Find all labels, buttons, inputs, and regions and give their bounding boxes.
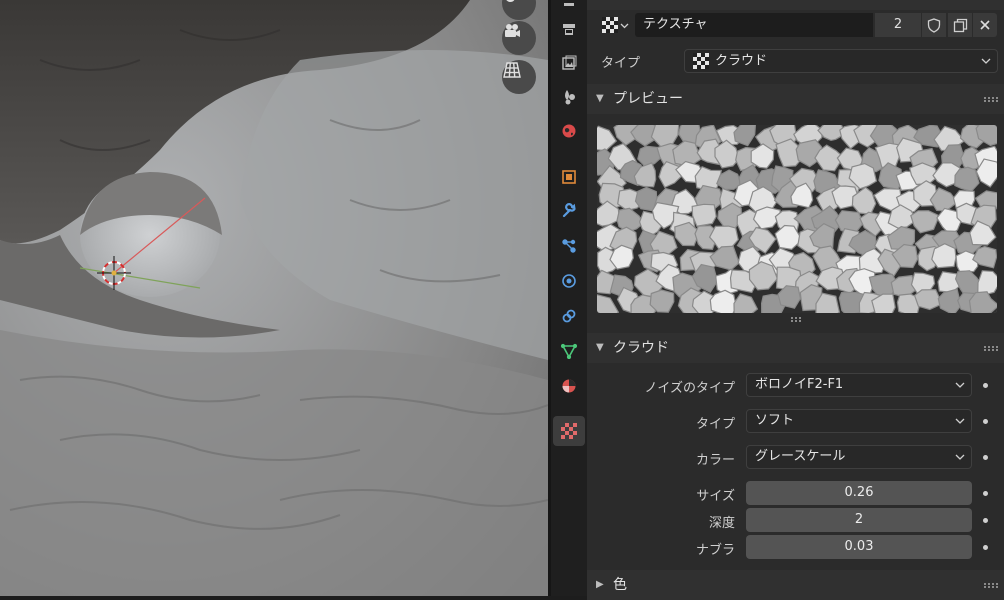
drag-handle-icon[interactable] [984,346,998,351]
nabla-field[interactable]: 0.03 [746,535,972,559]
viewport-scene [0,0,548,596]
duplicate-texture-button[interactable] [948,13,972,37]
size-field[interactable]: 0.26 [746,481,972,505]
view-layer-icon[interactable] [553,82,585,112]
animate-property-icon[interactable] [983,455,988,460]
preview-panel-header[interactable]: ▼ プレビュー [587,84,1004,114]
clouds-type-value: ソフト [755,413,795,428]
output-icon[interactable] [553,48,585,78]
type-label: タイプ [601,56,641,71]
animate-property-icon[interactable] [983,518,988,523]
material-icon[interactable] [553,371,585,401]
texture-icon[interactable] [553,416,585,446]
color-dropdown[interactable]: グレースケール [746,445,972,469]
noise-type-value: ボロノイF2-F1 [755,377,844,392]
camera-icon[interactable] [502,21,536,55]
constraints-icon[interactable] [553,301,585,331]
checker-icon [693,50,709,72]
data-icon[interactable] [553,336,585,366]
noise-type-label: ノイズのタイプ [644,381,735,396]
clouds-type-label: タイプ [695,417,735,432]
texture-type-value: クラウド [715,53,768,69]
world-icon[interactable] [553,116,585,146]
color-label: カラー [695,453,735,468]
checker-icon [601,17,618,33]
chevron-down-icon [955,446,965,476]
clouds-panel-header[interactable]: ▼ クラウド [587,333,1004,363]
chevron-down-icon [620,23,628,28]
fake-user-button[interactable] [922,13,946,37]
particles-icon[interactable] [553,231,585,261]
clouds-panel-title: クラウド [613,340,669,356]
grid-icon[interactable] [502,60,536,94]
chevron-down-icon [981,50,991,80]
modifier-icon[interactable] [553,196,585,226]
texture-type-dropdown[interactable]: クラウド [684,49,998,73]
color-value: グレースケール [755,449,846,464]
depth-field[interactable]: 2 [746,508,972,532]
object-icon[interactable] [553,162,585,192]
texture-users-count[interactable]: 2 [875,13,921,37]
drag-handle-icon[interactable] [984,97,998,102]
noise-type-dropdown[interactable]: ボロノイF2-F1 [746,373,972,397]
clouds-type-dropdown[interactable]: ソフト [746,409,972,433]
properties-panel: テクスチャ 2 タイプ クラウド ▼ プレビュー ▼ クラウド ノイズのタイプ … [587,0,1004,600]
preview-resize-handle[interactable] [791,317,803,322]
chevron-down-icon [955,410,965,440]
disclosure-down-icon: ▼ [596,342,604,353]
disclosure-down-icon: ▼ [596,93,604,104]
browse-texture-button[interactable] [597,13,633,37]
unlink-texture-button[interactable] [973,13,997,37]
nabla-label: ナブラ [695,543,735,558]
texture-name-field[interactable]: テクスチャ [635,13,873,37]
depth-label: 深度 [708,516,735,531]
size-label: サイズ [696,489,735,504]
3d-viewport[interactable] [0,0,548,596]
panel-top-strip [587,0,1004,10]
animate-property-icon[interactable] [983,545,988,550]
chevron-down-icon [955,374,965,404]
physics-icon[interactable] [553,266,585,296]
animate-property-icon[interactable] [983,383,988,388]
animate-property-icon[interactable] [983,491,988,496]
render-icon[interactable] [553,14,585,44]
shield-icon [927,17,941,33]
properties-tabs [551,0,587,596]
animate-property-icon[interactable] [983,419,988,424]
texture-datablock-row: テクスチャ 2 [587,10,1004,40]
preview-panel-title: プレビュー [613,91,683,107]
copy-icon [953,18,967,32]
texture-preview-image [597,125,997,313]
close-icon [980,20,990,30]
drag-handle-icon[interactable] [984,583,998,588]
